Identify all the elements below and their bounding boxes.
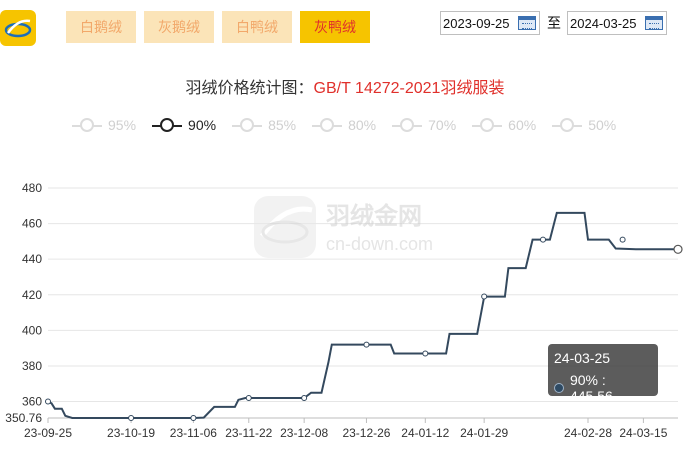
data-point-marker: [45, 398, 51, 405]
x-axis: 23-09-25 23-10-19 23-11-06 23-11-22 23-12-08…: [24, 418, 668, 440]
watermark: 羽绒金网 cn-down.com: [254, 196, 433, 258]
x-tick-label: 23-12-26: [342, 426, 390, 440]
watermark-url: cn-down.com: [326, 234, 433, 254]
x-tick-label: 24-02-28: [564, 426, 612, 440]
data-point-marker: [301, 394, 308, 401]
y-tick-label: 420: [22, 288, 42, 302]
x-tick-label: 23-11-06: [170, 426, 217, 440]
data-point-marker: [673, 244, 683, 254]
y-tick-label: 380: [22, 359, 42, 373]
data-point-marker: [245, 394, 252, 401]
watermark-logo-icon: [254, 196, 316, 258]
data-point-marker: [190, 415, 197, 421]
x-tick-label: 24-03-15: [619, 426, 667, 440]
x-tick-label: 23-10-19: [107, 426, 155, 440]
tooltip-value: 90% : 445.56: [569, 372, 613, 404]
x-tick-label: 24-01-12: [401, 426, 449, 440]
data-point-marker: [128, 415, 135, 421]
y-tick-label: 460: [22, 217, 42, 231]
y-tick-label: 360: [22, 395, 42, 409]
data-point-marker: [363, 341, 370, 348]
data-point-marker: [481, 293, 488, 300]
x-tick-label: 23-12-08: [280, 426, 328, 440]
x-tick-label: 23-11-22: [225, 426, 272, 440]
tooltip-series-dot: [554, 383, 564, 393]
data-point-marker: [422, 350, 429, 357]
data-point-marker: [619, 236, 626, 243]
y-tick-label: 480: [22, 181, 42, 195]
y-tick-label: 440: [22, 252, 42, 266]
y-axis: 350.76 360 380 400 420 440 460 480: [5, 181, 42, 425]
y-tick-label: 400: [22, 323, 42, 337]
x-tick-label: 24-01-29: [460, 426, 508, 440]
x-tick-label: 23-09-25: [24, 426, 72, 440]
chart-tooltip: 24-03-25 90% : 445.56: [548, 344, 658, 404]
tooltip-date: 24-03-25: [554, 350, 611, 366]
data-point-marker: [540, 236, 546, 243]
watermark-name: 羽绒金网: [326, 202, 422, 230]
y-tick-label: 350.76: [5, 411, 42, 425]
